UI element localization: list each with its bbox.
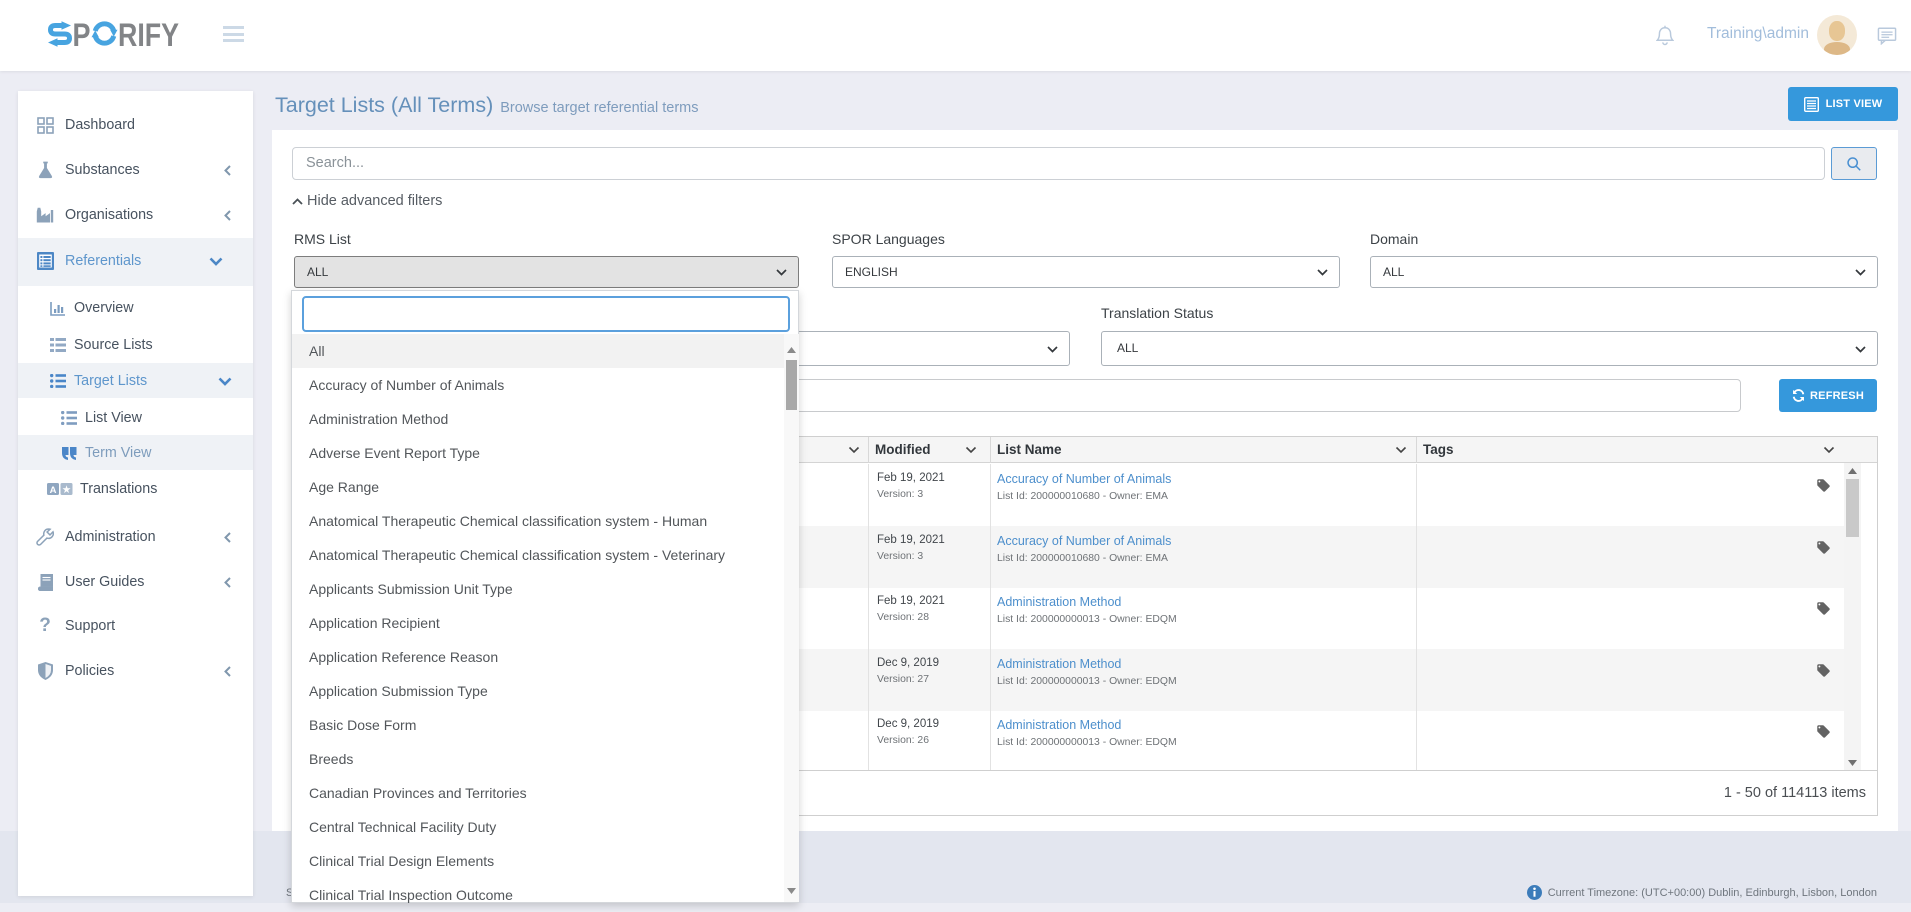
svg-text:RIFY: RIFY: [118, 18, 179, 52]
svg-text:P: P: [73, 18, 91, 52]
svg-text:A: A: [50, 485, 57, 496]
svg-text:★: ★: [62, 485, 71, 495]
